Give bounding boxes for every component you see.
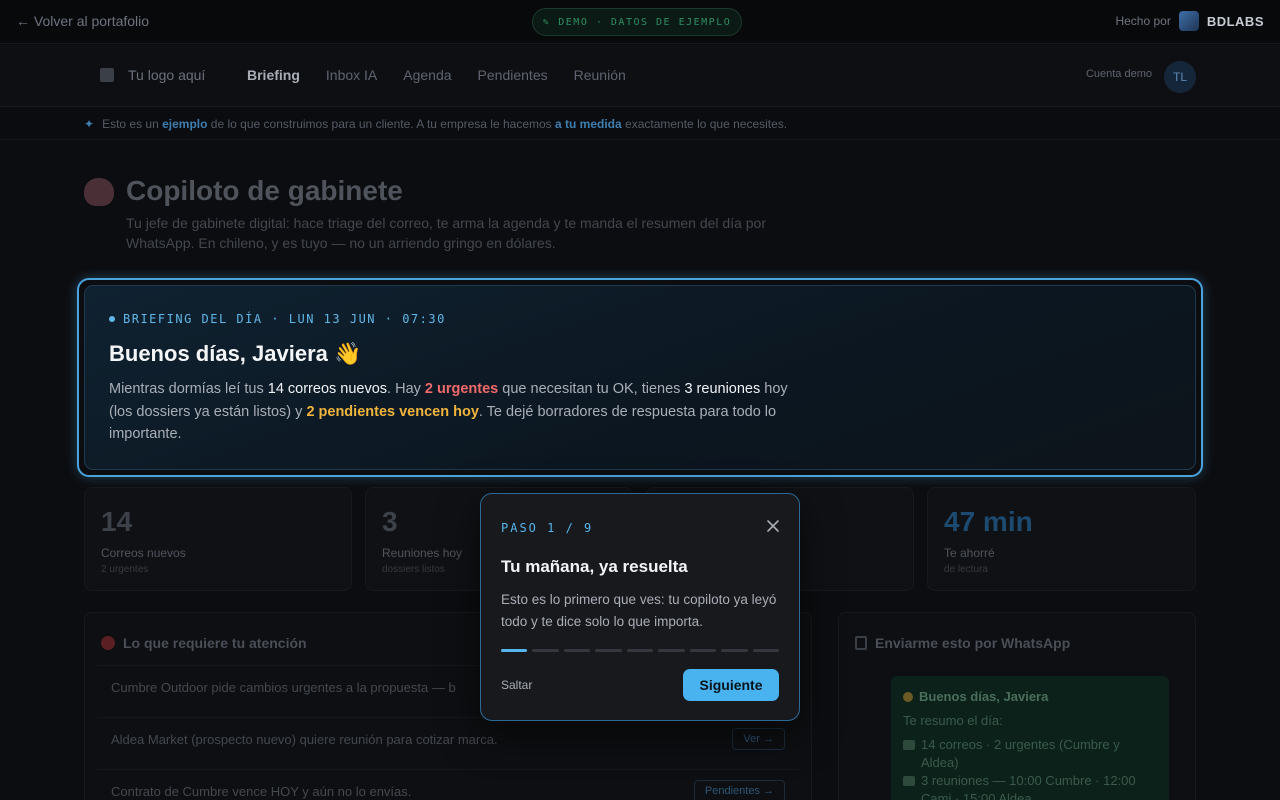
whatsapp-line-text: 3 reuniones — 10:00 Cumbre · 12:00 Cami … — [921, 773, 1136, 800]
whatsapp-line: 3 reuniones — 10:00 Cumbre · 12:00 Cami … — [903, 772, 1157, 800]
back-to-portfolio-link[interactable]: ← Volver al portafolio — [16, 13, 149, 29]
red-circle-icon — [101, 636, 115, 650]
skip-button[interactable]: Saltar — [501, 678, 532, 692]
attention-row[interactable]: Contrato de Cumbre vence HOY y aún no lo… — [97, 769, 799, 800]
sparkle-icon: ✦ — [84, 117, 95, 131]
nav-tab-agenda[interactable]: Agenda — [403, 67, 451, 83]
tour-progress-segment — [595, 649, 622, 652]
whatsapp-preview-bubble: Buenos días, Javiera Te resumo el día: 1… — [891, 676, 1169, 800]
logo-label: Tu logo aquí — [128, 67, 206, 83]
whatsapp-line-text: 14 correos · 2 urgentes (Cumbre y Aldea) — [921, 737, 1120, 770]
stat-label: Te ahorré — [944, 546, 995, 560]
tour-progress — [501, 649, 779, 652]
briefing-meetings-count: 3 reuniones — [684, 381, 761, 397]
tour-progress-segment — [563, 649, 591, 652]
tour-progress-segment — [721, 649, 748, 652]
demo-badge-label: DEMO · DATOS DE EJEMPLO — [558, 16, 732, 28]
attention-row-text: Cumbre Outdoor pide cambios urgentes a l… — [111, 680, 456, 695]
made-by-label: Hecho por — [1115, 14, 1171, 28]
info-banner: ✦ Esto es un ejemplo de lo que construimo… — [0, 108, 1280, 140]
sun-icon — [903, 692, 913, 702]
tour-progress-segment — [752, 649, 779, 652]
banner-part: Esto es un — [102, 117, 163, 131]
pencil-icon: ✎ — [542, 16, 551, 28]
top-bar: ← Volver al portafolio ✎ DEMO · DATOS DE… — [0, 0, 1280, 44]
briefing-text: . Hay — [387, 381, 425, 397]
tour-progress-segment — [532, 649, 559, 652]
close-icon[interactable] — [765, 518, 781, 534]
tour-progress-segment — [501, 649, 528, 652]
inbox-icon — [903, 740, 915, 750]
stat-card-time-saved: 47 min Te ahorré de lectura — [927, 487, 1196, 591]
briefing-urgent-count: 2 urgentes — [424, 381, 499, 397]
briefing-tag: BRIEFING DEL DÍA · LUN 13 JUN · 07:30 — [109, 312, 446, 326]
briefing-text: que necesitan tu OK, tienes — [498, 381, 685, 397]
nav-tab-briefing[interactable]: Briefing — [247, 67, 300, 83]
calendar-icon — [903, 776, 915, 786]
whatsapp-header: Buenos días, Javiera — [903, 688, 1157, 706]
briefing-greeting: Buenos días, Javiera 👋 — [109, 341, 362, 366]
demo-badge: ✎ DEMO · DATOS DE EJEMPLO — [532, 8, 742, 36]
banner-part: exactamente lo que necesites. — [621, 117, 788, 131]
whatsapp-title-label: Enviarme esto por WhatsApp — [875, 635, 1071, 651]
stat-label: Correos nuevos — [101, 546, 186, 560]
stat-label: Reuniones hoy — [382, 546, 463, 560]
tour-step-label: PASO 1 / 9 — [501, 521, 594, 535]
stat-sub: de lectura — [944, 564, 988, 575]
stat-value: 14 — [101, 506, 133, 537]
banner-highlight: ejemplo — [162, 117, 208, 131]
phone-icon — [855, 636, 867, 650]
page-subtitle: Tu jefe de gabinete digital: hace triage… — [126, 215, 766, 251]
nav-tab-pendientes[interactable]: Pendientes — [478, 67, 548, 83]
stat-value: 47 min — [944, 506, 1033, 537]
brain-icon — [84, 178, 114, 206]
tour-title: Tu mañana, ya resuelta — [501, 557, 688, 576]
stat-card-emails: 14 Correos nuevos 2 urgentes — [84, 487, 352, 591]
attention-row-text: Contrato de Cumbre vence HOY y aún no lo… — [111, 784, 412, 799]
pendientes-button[interactable]: Pendientes → — [693, 780, 785, 800]
view-button[interactable]: Ver → — [732, 728, 785, 750]
avatar[interactable]: TL — [1164, 61, 1196, 93]
status-dot-icon — [109, 316, 115, 322]
banner-part: de lo que construimos para un cliente. A… — [207, 117, 555, 131]
briefing-emails-count: 14 correos nuevos — [267, 381, 388, 397]
briefing-tag-label: BRIEFING DEL DÍA · LUN 13 JUN · 07:30 — [123, 312, 446, 326]
whatsapp-line: 14 correos · 2 urgentes (Cumbre y Aldea) — [903, 736, 1157, 772]
briefing-card: BRIEFING DEL DÍA · LUN 13 JUN · 07:30 Bu… — [84, 285, 1196, 470]
briefing-body: Mientras dormías leí tus 14 correos nuev… — [109, 378, 789, 446]
whatsapp-intro: Te resumo el día: — [903, 713, 1003, 728]
whatsapp-header-label: Buenos días, Javiera — [919, 689, 1049, 704]
back-link-label: ← Volver al portafolio — [16, 13, 150, 29]
attention-row[interactable]: Aldea Market (prospecto nuevo) quiere re… — [97, 717, 799, 761]
whatsapp-panel: Enviarme esto por WhatsApp Buenos días, … — [838, 612, 1196, 800]
stat-value: 3 — [382, 506, 398, 537]
nav-tab-inbox[interactable]: Inbox IA — [326, 67, 377, 83]
tour-popover: PASO 1 / 9 Tu mañana, ya resuelta Esto e… — [480, 493, 800, 721]
attention-title-label: Lo que requiere tu atención — [123, 635, 307, 651]
attention-title: Lo que requiere tu atención — [101, 635, 307, 651]
briefing-due-count: 2 pendientes vencen hoy — [306, 403, 479, 420]
account-label: Cuenta demo — [1085, 68, 1152, 80]
briefing-text: Mientras dormías leí tus — [109, 381, 268, 397]
next-button[interactable]: Siguiente — [683, 669, 779, 701]
whatsapp-title: Enviarme esto por WhatsApp — [855, 635, 1070, 651]
banner-text: ✦ Esto es un ejemplo de lo que construimo… — [84, 117, 787, 131]
made-by: Hecho por BDLABS — [1115, 11, 1264, 31]
attention-row-text: Aldea Market (prospecto nuevo) quiere re… — [111, 732, 498, 747]
stat-sub: 2 urgentes — [101, 564, 149, 575]
tour-progress-segment — [626, 649, 654, 652]
brand-name[interactable]: BDLABS — [1207, 14, 1264, 29]
tour-progress-segment — [689, 649, 717, 652]
page-title: Copiloto de gabinete — [126, 175, 403, 206]
bdlabs-logo-icon — [1178, 11, 1199, 31]
nav-tabs: Briefing Inbox IA Agenda Pendientes Reun… — [247, 67, 626, 83]
stat-sub: dossiers listos — [382, 564, 445, 575]
banner-highlight: a tu medida — [555, 117, 622, 131]
nav-tab-reunion[interactable]: Reunión — [574, 67, 626, 83]
logo-placeholder[interactable]: Tu logo aquí — [100, 67, 205, 83]
main-nav: Tu logo aquí Briefing Inbox IA Agenda Pe… — [0, 45, 1280, 107]
tour-body: Esto es lo primero que ves: tu copiloto … — [501, 592, 777, 629]
logo-icon — [100, 68, 114, 82]
tour-progress-segment — [658, 649, 685, 652]
